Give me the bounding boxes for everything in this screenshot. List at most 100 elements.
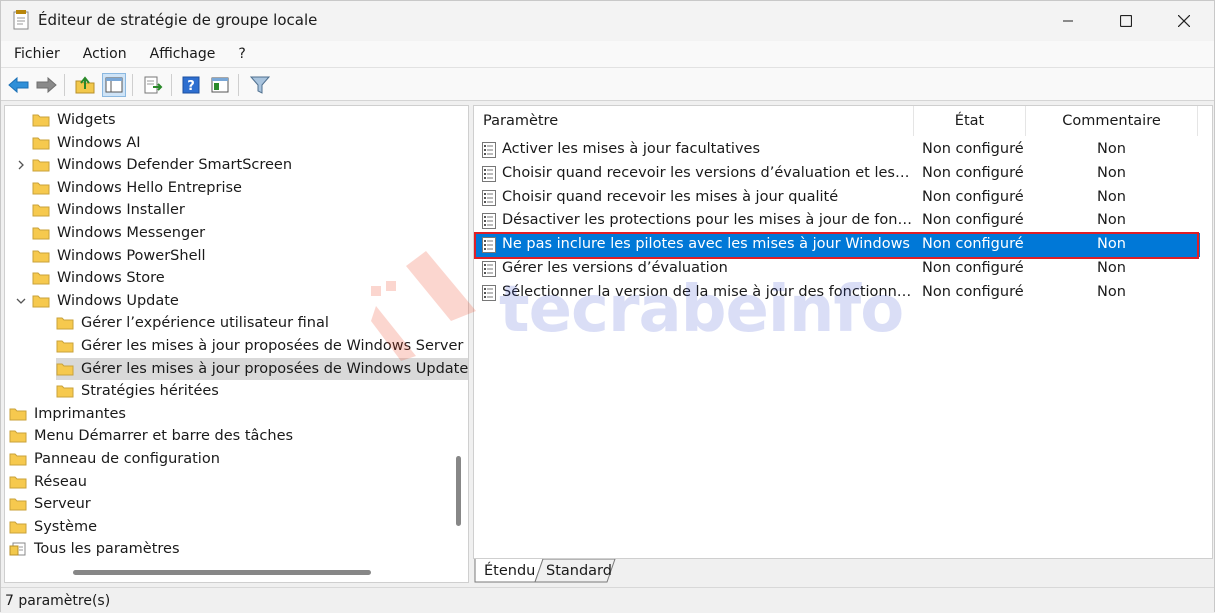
tree-item[interactable]: Système [9, 516, 97, 538]
menu-fichier[interactable]: Fichier [1, 46, 70, 62]
show-hide-tree-button[interactable] [102, 73, 126, 97]
menu-help[interactable]: ? [225, 46, 255, 62]
tree-item[interactable]: Windows Store [32, 267, 165, 289]
svg-text:?: ? [187, 79, 195, 94]
tree-horizontal-scrollbar-thumb[interactable] [73, 570, 371, 575]
gpedit-app-icon [13, 10, 29, 30]
setting-name: Choisir quand recevoir les versions d’év… [502, 164, 912, 181]
tree-item[interactable]: Réseau [9, 471, 87, 493]
chevron-right-icon[interactable] [15, 159, 27, 171]
setting-name: Désactiver les protections pour les mise… [502, 212, 912, 229]
folder-icon [32, 250, 50, 263]
status-bar: 7 paramètre(s) [1, 587, 1214, 613]
chevron-down-icon[interactable] [15, 295, 27, 307]
tree-item-label: Windows AI [57, 134, 141, 151]
tree-pane[interactable]: Widgets Windows AI Windows Defender SmartS… [4, 105, 469, 583]
folder-icon [9, 408, 27, 421]
tree-item[interactable]: Serveur [9, 493, 91, 515]
folder-icon [32, 295, 50, 308]
up-folder-button[interactable] [73, 73, 97, 97]
column-header-parametre[interactable]: Paramètre [474, 106, 914, 136]
tree-item[interactable]: Windows Messenger [32, 222, 205, 244]
tree-item[interactable]: Windows PowerShell [32, 245, 206, 267]
filter-button[interactable] [248, 73, 272, 97]
column-header-etat[interactable]: État [914, 106, 1026, 136]
tree-item[interactable]: Windows Update [16, 290, 179, 312]
tab-standard[interactable]: Standard [546, 559, 612, 583]
tree-item-label: Windows Update [57, 292, 179, 309]
tree-item[interactable]: Gérer les mises à jour proposées de Wind… [56, 335, 469, 357]
tree-item[interactable]: Windows AI [32, 132, 141, 154]
toolbar-separator [132, 74, 133, 96]
setting-state: Non configuré [922, 188, 1024, 205]
policy-setting-icon [482, 261, 496, 277]
help-button[interactable]: ? [179, 73, 203, 97]
maximize-button[interactable] [1097, 1, 1155, 41]
minimize-button[interactable] [1039, 1, 1097, 41]
tree-vertical-scrollbar-thumb[interactable] [456, 456, 461, 526]
policy-setting-icon [482, 165, 496, 182]
settings-list-icon [9, 542, 26, 556]
tree-item[interactable]: Panneau de configuration [9, 448, 220, 470]
tree-item-label: Panneau de configuration [34, 451, 220, 467]
tree-item-label: Windows PowerShell [57, 247, 206, 264]
setting-row[interactable]: Choisir quand recevoir les mises à jour … [474, 186, 1200, 210]
setting-row[interactable]: Choisir quand recevoir les versions d’év… [474, 162, 1200, 186]
menu-bar: Fichier Action Affichage ? [1, 41, 1214, 67]
export-list-button[interactable] [141, 73, 165, 97]
tab-etendu[interactable]: Étendu [484, 559, 535, 583]
tree-item[interactable]: Windows Installer [32, 199, 185, 221]
forward-button[interactable] [34, 73, 58, 97]
tree-item[interactable]: Widgets [32, 109, 116, 131]
toolbar-separator [171, 74, 172, 96]
folder-icon [56, 317, 74, 330]
folder-icon [56, 363, 74, 376]
tree-item-label: Windows Installer [57, 202, 185, 219]
gpedit-window: Éditeur de stratégie de groupe locale Fi… [0, 0, 1215, 613]
tree-item-label: Menu Démarrer et barre des tâches [34, 428, 294, 445]
policy-setting-icon [482, 189, 496, 206]
highlight-frame [474, 232, 1199, 260]
close-icon [1178, 15, 1190, 27]
setting-comment: Non [1097, 188, 1126, 205]
tree-item[interactable]: Gérer l’expérience utilisateur final [56, 312, 329, 334]
folder-icon [32, 182, 50, 195]
close-button[interactable] [1155, 1, 1213, 41]
extended-view-button[interactable] [208, 73, 232, 97]
window-title: Éditeur de stratégie de groupe locale [38, 11, 318, 29]
tree-item[interactable]: Gérer les mises à jour proposées de Wind… [56, 357, 468, 380]
tree-item[interactable]: Tous les paramètres [9, 538, 180, 560]
tree-item[interactable]: Stratégies héritées [56, 380, 219, 402]
title-bar[interactable]: Éditeur de stratégie de groupe locale [1, 1, 1214, 41]
folder-icon [56, 340, 74, 353]
setting-row[interactable]: Activer les mises à jour facultatives Non… [474, 138, 1200, 162]
setting-name: Gérer les versions d’évaluation [502, 260, 728, 276]
tree-item-label: Windows Messenger [57, 225, 206, 241]
folder-icon [9, 430, 27, 443]
tree-item-label: Gérer l’expérience utilisateur final [81, 315, 329, 332]
back-icon [8, 76, 29, 94]
settings-list-pane[interactable]: Paramètre État Commentaire Activer les m… [473, 105, 1213, 559]
extended-view-icon [211, 77, 229, 93]
setting-row[interactable]: Désactiver les protections pour les mise… [474, 209, 1200, 233]
column-header-commentaire[interactable]: Commentaire [1026, 106, 1198, 136]
setting-state: Non configuré [922, 164, 1024, 181]
toolbar-separator [238, 74, 239, 96]
tree-item-label: Système [34, 518, 97, 535]
setting-row[interactable]: Sélectionner la version de la mise à jou… [474, 281, 1200, 305]
menu-action[interactable]: Action [70, 46, 137, 62]
tree-item[interactable]: Windows Hello Entreprise [32, 177, 242, 199]
setting-row[interactable]: Gérer les versions d’évaluation Non confi… [474, 257, 1200, 281]
setting-name: Choisir quand recevoir les mises à jour … [502, 188, 839, 205]
tree-item[interactable]: Menu Démarrer et barre des tâches [9, 425, 293, 447]
tree-item-label: Gérer les mises à jour proposées de Wind… [81, 338, 469, 354]
folder-icon [9, 453, 27, 466]
menu-affichage[interactable]: Affichage [137, 46, 226, 62]
back-button[interactable] [7, 73, 31, 97]
tree-item-label: Windows Store [57, 270, 165, 287]
setting-row[interactable]: Ne pas inclure les pilotes avec les mise… [474, 232, 1200, 260]
setting-comment: Non [1097, 260, 1126, 276]
tree-item[interactable]: Imprimantes [9, 403, 126, 425]
tree-item[interactable]: Windows Defender SmartScreen [18, 154, 292, 176]
maximize-icon [1120, 15, 1132, 27]
